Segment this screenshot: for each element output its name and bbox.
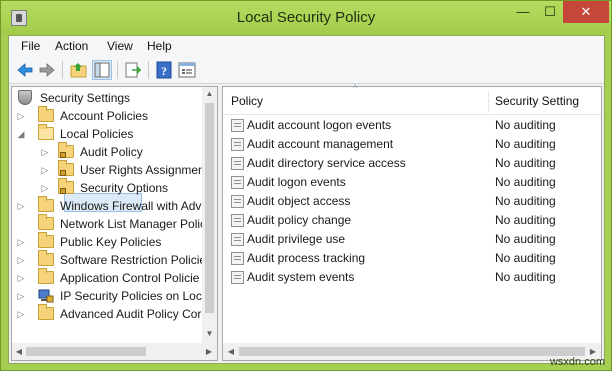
tree-item-user-rights-assignment[interactable]: ▷ User Rights Assignment: [36, 160, 208, 179]
tree-item-local-policies[interactable]: ◢ Local Policies: [16, 124, 206, 143]
list-row[interactable]: Audit logon events No auditing: [223, 173, 588, 192]
policy-setting-icon: [231, 138, 244, 151]
expand-arrow-icon[interactable]: ▷: [16, 233, 26, 251]
minimize-button[interactable]: —: [510, 1, 536, 23]
list-row[interactable]: Audit policy change No auditing: [223, 211, 588, 230]
collapse-arrow-icon[interactable]: ◢: [16, 125, 26, 143]
list-row[interactable]: Audit account logon events No auditing: [223, 116, 588, 135]
folder-icon: [38, 106, 54, 122]
scroll-thumb[interactable]: [205, 103, 214, 313]
lock-icon: [60, 188, 66, 194]
folder-icon: [38, 268, 54, 284]
expand-arrow-icon[interactable]: ▷: [40, 179, 50, 197]
tree-item-advanced-audit-policy[interactable]: ▷ Advanced Audit Policy Cor: [16, 304, 206, 323]
scroll-left-arrow-icon[interactable]: ◀: [226, 347, 236, 356]
close-button[interactable]: ✕: [563, 1, 609, 23]
scroll-up-arrow-icon[interactable]: ▲: [202, 89, 217, 98]
lock-icon: [60, 152, 66, 158]
folder-icon: [38, 214, 54, 230]
forward-icon[interactable]: [37, 60, 57, 80]
folder-icon: [38, 196, 54, 212]
expand-arrow-icon[interactable]: ▷: [16, 197, 26, 215]
up-folder-icon[interactable]: [69, 60, 89, 80]
tree-item-network-list-manager[interactable]: Network List Manager Polic: [16, 214, 206, 233]
back-icon[interactable]: [15, 60, 35, 80]
show-hide-tree-icon[interactable]: [92, 60, 112, 80]
tree-vertical-scrollbar[interactable]: ▲ ▼: [202, 87, 217, 343]
tree-item-ip-security[interactable]: ▷ IP Security Policies on Loca: [16, 287, 209, 305]
tree-horizontal-scrollbar[interactable]: ◀ ▶: [12, 343, 217, 360]
toolbar-separator: [62, 61, 63, 79]
scroll-down-arrow-icon[interactable]: ▼: [202, 329, 217, 338]
tree-item-account-policies[interactable]: ▷ Account Policies: [16, 106, 206, 125]
expand-arrow-icon[interactable]: ▷: [16, 287, 26, 305]
watermark: wsxdn.com: [549, 356, 605, 368]
expand-arrow-icon[interactable]: ▷: [16, 251, 26, 269]
policy-setting-icon: [231, 157, 244, 170]
expand-arrow-icon[interactable]: ▷: [40, 143, 50, 161]
client-area: File Action View Help ? Security Setting…: [8, 35, 605, 364]
expand-arrow-icon[interactable]: ▷: [40, 161, 50, 179]
properties-icon[interactable]: [177, 60, 197, 80]
list-horizontal-scrollbar[interactable]: ◀ ▶: [223, 343, 601, 360]
policy-setting-icon: [231, 214, 244, 227]
policy-setting-icon: [231, 233, 244, 246]
scroll-right-arrow-icon[interactable]: ▶: [588, 347, 598, 356]
menu-action[interactable]: Action: [55, 39, 88, 53]
toolbar-separator: [148, 61, 149, 79]
title-bar[interactable]: Local Security Policy — ☐ ✕: [1, 1, 611, 35]
tree-item-security-settings[interactable]: Security Settings: [16, 89, 206, 107]
list-row[interactable]: Audit directory service access No auditi…: [223, 154, 588, 173]
maximize-button[interactable]: ☐: [537, 1, 563, 23]
list-row[interactable]: Audit account management No auditing: [223, 135, 588, 154]
list-row[interactable]: Audit object access No auditing: [223, 192, 588, 211]
toolbar: ?: [9, 56, 604, 84]
tree-item-public-key-policies[interactable]: ▷ Public Key Policies: [16, 232, 206, 251]
policy-setting-icon: [231, 176, 244, 189]
menu-bar: File Action View Help: [9, 36, 604, 56]
expand-arrow-icon[interactable]: ▷: [16, 269, 26, 287]
details-pane: ^ Policy Security Setting Audit account …: [222, 83, 602, 361]
scroll-left-arrow-icon[interactable]: ◀: [14, 347, 24, 356]
ip-security-icon: [38, 288, 54, 304]
menu-view[interactable]: View: [107, 39, 133, 53]
list-row[interactable]: Audit system events No auditing: [223, 268, 588, 287]
column-header-policy[interactable]: ^ Policy: [223, 83, 488, 115]
menu-file[interactable]: File: [21, 39, 40, 53]
folder-icon: [38, 250, 54, 266]
expand-arrow-icon[interactable]: ▷: [16, 107, 26, 125]
expand-arrow-icon[interactable]: ▷: [16, 305, 26, 323]
policy-setting-icon: [231, 252, 244, 265]
tree-item-audit-policy[interactable]: ▷ Audit Policy: [36, 142, 206, 161]
export-list-icon[interactable]: [123, 60, 143, 80]
security-settings-icon: [18, 90, 32, 105]
scroll-thumb[interactable]: [239, 347, 585, 356]
column-header-security-setting[interactable]: Security Setting: [489, 87, 601, 115]
tree-item-security-options[interactable]: ▷ Security Options: [36, 178, 206, 197]
console-tree[interactable]: Security Settings ▷ Account Policies ◢ L…: [11, 86, 218, 361]
sort-ascending-icon: ^: [353, 83, 358, 93]
tree-item-application-control[interactable]: ▷ Application Control Policie: [16, 268, 206, 287]
list-row[interactable]: Audit process tracking No auditing: [223, 249, 588, 268]
toolbar-separator: [117, 61, 118, 79]
scroll-right-arrow-icon[interactable]: ▶: [204, 347, 214, 356]
open-folder-icon: [38, 124, 54, 140]
folder-icon: [38, 304, 54, 320]
policy-setting-icon: [231, 119, 244, 132]
tree-item-software-restriction[interactable]: ▷ Software Restriction Policie: [16, 250, 206, 269]
help-icon[interactable]: ?: [154, 60, 174, 80]
policy-setting-icon: [231, 195, 244, 208]
menu-help[interactable]: Help: [147, 39, 172, 53]
lock-icon: [60, 170, 66, 176]
scroll-thumb[interactable]: [26, 347, 146, 356]
tree-item-windows-firewall[interactable]: ▷ Windows Firewall with Adv: [16, 196, 206, 215]
folder-icon: [38, 232, 54, 248]
app-window: Local Security Policy — ☐ ✕ File Action …: [0, 0, 612, 371]
svg-text:?: ?: [161, 64, 167, 78]
list-row[interactable]: Audit privilege use No auditing: [223, 230, 588, 249]
policy-setting-icon: [231, 271, 244, 284]
